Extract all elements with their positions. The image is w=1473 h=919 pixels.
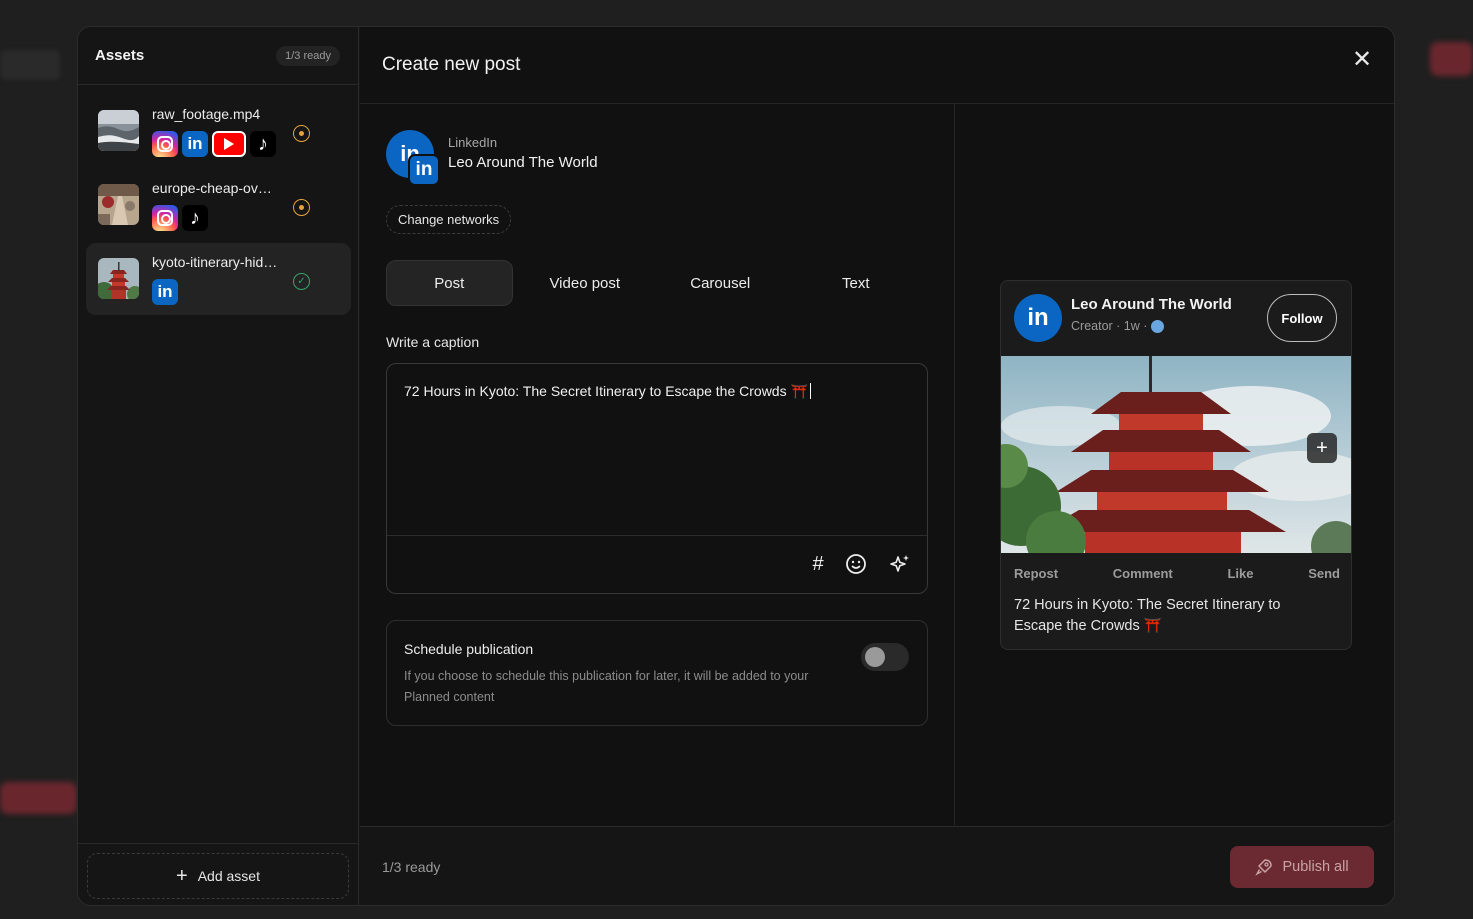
linkedin-icon: in xyxy=(408,154,440,186)
change-networks-button[interactable]: Change networks xyxy=(386,205,512,234)
assets-title: Assets xyxy=(95,47,145,64)
ai-sparkle-icon[interactable] xyxy=(887,551,913,577)
account-network: LinkedIn xyxy=(448,135,498,150)
asset-name: europe-cheap-ov… xyxy=(152,180,272,196)
check-status-icon: ✓ xyxy=(293,273,310,290)
caption-toolbar: # xyxy=(387,535,927,593)
plus-icon[interactable]: + xyxy=(1307,433,1337,463)
instagram-icon xyxy=(152,131,178,157)
caption-text: 72 Hours in Kyoto: The Secret Itinerary … xyxy=(404,383,811,400)
schedule-publication: Schedule publication If you choose to sc… xyxy=(386,620,928,726)
asset-item[interactable]: europe-cheap-ov… ♪ xyxy=(86,169,351,241)
background-app xyxy=(0,50,60,80)
linkedin-preview-card: in Leo Around The World Creator · 1w · F… xyxy=(1000,280,1352,650)
modal-title: Create new post xyxy=(382,54,521,75)
assets-sidebar: Assets 1/3 ready raw_footage.mp4 in ♪ eu… xyxy=(78,27,359,905)
preview-caption: 72 Hours in Kyoto: The Secret Itinerary … xyxy=(1014,597,1281,634)
caption-value: 72 Hours in Kyoto: The Secret Itinerary … xyxy=(404,383,808,399)
background-accent xyxy=(1430,42,1473,76)
asset-name: raw_footage.mp4 xyxy=(152,106,261,122)
create-post-modal: Assets 1/3 ready raw_footage.mp4 in ♪ eu… xyxy=(77,26,1395,906)
post-editor: Create new post ✕ in in LinkedIn Leo Aro… xyxy=(360,27,1394,827)
pending-status-icon xyxy=(293,199,310,216)
modal-footer: 1/3 ready Publish all xyxy=(360,827,1394,905)
assets-ready-badge: 1/3 ready xyxy=(276,45,340,66)
caption-label: Write a caption xyxy=(386,334,480,350)
asset-name: kyoto-itinerary-hid… xyxy=(152,254,278,270)
tab-carousel[interactable]: Carousel xyxy=(657,260,783,306)
asset-thumbnail xyxy=(98,184,139,225)
like-action: Like xyxy=(1227,566,1254,581)
instagram-icon xyxy=(152,205,178,231)
tiktok-icon: ♪ xyxy=(182,205,208,231)
preview-actions: Repost Comment Like Send xyxy=(1014,566,1340,581)
preview-author-name: Leo Around The World xyxy=(1071,296,1232,313)
preview-meta: Creator · 1w · xyxy=(1071,319,1165,333)
linkedin-icon: in xyxy=(152,279,178,305)
pending-status-icon xyxy=(293,125,310,142)
footer-ready-status: 1/3 ready xyxy=(382,859,441,875)
tiktok-icon: ♪ xyxy=(250,131,276,157)
linkedin-icon: in xyxy=(182,131,208,157)
hashtag-icon[interactable]: # xyxy=(805,551,831,577)
tab-video-post[interactable]: Video post xyxy=(522,260,648,306)
linkedin-icon: in xyxy=(1014,294,1062,342)
add-asset-button[interactable]: + Add asset xyxy=(87,853,349,899)
add-asset-label: Add asset xyxy=(197,868,260,884)
youtube-icon xyxy=(212,131,246,157)
asset-networks: in ♪ xyxy=(152,131,276,157)
asset-networks: in xyxy=(152,279,178,305)
add-asset-area: + Add asset xyxy=(78,843,359,905)
follow-button[interactable]: Follow xyxy=(1267,294,1337,342)
asset-thumbnail xyxy=(98,110,139,151)
schedule-toggle[interactable] xyxy=(861,643,909,671)
account-name: Leo Around The World xyxy=(448,154,598,171)
caption-input[interactable]: 72 Hours in Kyoto: The Secret Itinerary … xyxy=(386,363,928,594)
tab-post[interactable]: Post xyxy=(386,260,513,306)
repost-action: Repost xyxy=(1014,566,1059,581)
comment-action: Comment xyxy=(1112,566,1173,581)
asset-networks: ♪ xyxy=(152,205,208,231)
modal-header: Create new post xyxy=(360,27,1394,104)
preview-image xyxy=(1001,356,1351,571)
emoji-icon[interactable] xyxy=(843,551,869,577)
close-icon[interactable]: ✕ xyxy=(1350,48,1374,73)
schedule-title: Schedule publication xyxy=(404,641,534,657)
schedule-description: If you choose to schedule this publicati… xyxy=(404,669,809,704)
plus-icon: + xyxy=(176,864,188,887)
publish-all-button[interactable]: Publish all xyxy=(1230,846,1374,888)
globe-icon xyxy=(1151,319,1165,333)
rocket-icon xyxy=(1255,859,1273,876)
asset-item[interactable]: kyoto-itinerary-hid… in ✓ xyxy=(86,243,351,315)
panel-divider xyxy=(954,104,955,827)
assets-header: Assets 1/3 ready xyxy=(78,27,358,85)
publish-all-label: Publish all xyxy=(1282,859,1349,875)
asset-item[interactable]: raw_footage.mp4 in ♪ xyxy=(86,95,351,167)
send-action: Send xyxy=(1308,566,1340,581)
post-type-tabs: Post Video post Carousel Text xyxy=(386,260,928,306)
asset-thumbnail xyxy=(98,258,139,299)
text-caret xyxy=(809,383,811,399)
background-accent xyxy=(0,782,77,814)
tab-text[interactable]: Text xyxy=(793,260,919,306)
preview-meta-text: Creator · 1w · xyxy=(1071,319,1148,333)
